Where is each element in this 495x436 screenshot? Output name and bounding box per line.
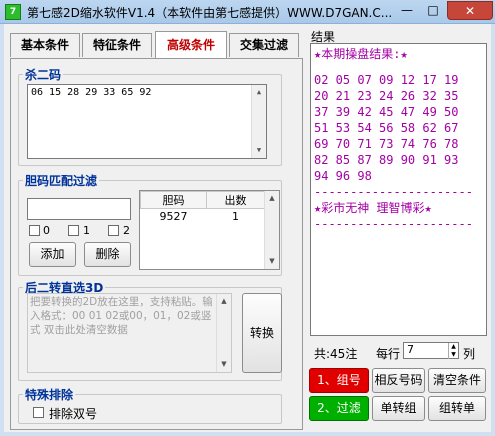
- kill-two-scrollbar[interactable]: ▲ ▼: [251, 85, 266, 158]
- result-header: ★本期操盘结果:★: [314, 47, 408, 61]
- kill-two-legend: 杀二码: [25, 68, 62, 82]
- special-exclude-legend: 特殊排除: [25, 388, 74, 402]
- checkbox-2[interactable]: [108, 225, 119, 236]
- exclude-double-label: 排除双号: [49, 407, 98, 421]
- checkbox-2-label: 2: [123, 224, 130, 237]
- convert-button[interactable]: 转换: [242, 293, 282, 373]
- group-to-single-button[interactable]: 组转单: [428, 396, 486, 421]
- row-count: 1: [232, 209, 239, 223]
- scroll-up-icon[interactable]: ▲: [252, 85, 266, 100]
- scroll-up-icon[interactable]: ▲: [265, 191, 279, 206]
- scroll-down-icon[interactable]: ▼: [252, 143, 266, 158]
- courage-list-scrollbar[interactable]: ▲ ▼: [264, 191, 279, 269]
- courage-code-input[interactable]: [27, 198, 131, 220]
- result-divider-bottom: ----------------------: [314, 217, 473, 231]
- window-title: 第七感2D缩水软件V1.4（本软件由第七感提供）WWW.D7GAN.C...: [27, 6, 393, 20]
- checkbox-0-label: 0: [43, 224, 50, 237]
- title-bar: 7 第七感2D缩水软件V1.4（本软件由第七感提供）WWW.D7GAN.C...…: [0, 0, 495, 24]
- result-textbox[interactable]: ★本期操盘结果:★ 02 05 07 09 12 17 19 20 21 23 2…: [310, 43, 487, 336]
- tab-advanced[interactable]: 高级条件: [155, 31, 227, 58]
- per-row-label: 每行: [376, 347, 401, 361]
- delete-button[interactable]: 删除: [84, 242, 131, 267]
- per-row-input[interactable]: 7 ▲ ▼: [403, 342, 459, 359]
- kill-two-input[interactable]: 06 15 28 29 33 65 92 ▲ ▼: [27, 84, 267, 159]
- per-row-value: 7: [407, 343, 414, 356]
- result-footer: ★彩市无神 理智博彩★: [314, 201, 432, 215]
- single-to-group-button[interactable]: 单转组: [372, 396, 425, 421]
- scroll-down-icon[interactable]: ▼: [265, 254, 279, 269]
- maximize-icon[interactable]: □: [420, 1, 446, 20]
- convert-2d-placeholder: 把要转换的2D放在这里，支持粘贴。输入格式：00 01 02或00，01，02或…: [30, 296, 213, 336]
- minimize-icon[interactable]: —: [394, 1, 420, 20]
- column-header-count[interactable]: 出数: [206, 191, 265, 209]
- scroll-up-icon[interactable]: ▲: [217, 294, 231, 309]
- result-numbers: 02 05 07 09 12 17 19 20 21 23 24 26 32 3…: [314, 73, 459, 183]
- checkbox-1[interactable]: [68, 225, 79, 236]
- tab-intersection[interactable]: 交集过滤: [229, 33, 299, 57]
- checkbox-1-label: 1: [83, 224, 90, 237]
- per-row-spinner[interactable]: ▲ ▼: [448, 343, 458, 359]
- tab-feature[interactable]: 特征条件: [82, 33, 152, 57]
- spin-down-icon[interactable]: ▼: [449, 351, 458, 359]
- spin-up-icon[interactable]: ▲: [449, 343, 458, 351]
- clear-conditions-button[interactable]: 清空条件: [428, 368, 486, 393]
- courage-list[interactable]: 胆码 出数 9527 1 ▲ ▼: [139, 190, 280, 270]
- checkbox-0[interactable]: [29, 225, 40, 236]
- convert-2d-input[interactable]: 把要转换的2D放在这里，支持粘贴。输入格式：00 01 02或00，01，02或…: [27, 293, 232, 373]
- courage-filter-legend: 胆码匹配过滤: [25, 174, 98, 188]
- add-button[interactable]: 添加: [29, 242, 76, 267]
- result-divider-top: ----------------------: [314, 185, 473, 199]
- exclude-double-checkbox[interactable]: [33, 407, 44, 418]
- col-label: 列: [463, 347, 476, 361]
- row-code: 9527: [159, 209, 188, 223]
- column-header-code[interactable]: 胆码: [140, 191, 207, 209]
- filter-button[interactable]: 2、过滤: [309, 396, 369, 421]
- reverse-number-button[interactable]: 相反号码: [372, 368, 425, 393]
- courage-table: 胆码 出数 9527 1: [140, 191, 265, 224]
- scroll-down-icon[interactable]: ▼: [217, 357, 231, 372]
- group-number-button[interactable]: 1、组号: [309, 368, 369, 393]
- close-icon[interactable]: ✕: [447, 1, 493, 20]
- app-icon: 7: [5, 4, 21, 20]
- tab-basic[interactable]: 基本条件: [10, 33, 80, 57]
- convert-scrollbar[interactable]: ▲ ▼: [216, 294, 231, 372]
- kill-two-value: 06 15 28 29 33 65 92: [31, 87, 152, 98]
- table-row[interactable]: 9527 1: [141, 209, 265, 224]
- total-count: 共:45注: [314, 347, 358, 361]
